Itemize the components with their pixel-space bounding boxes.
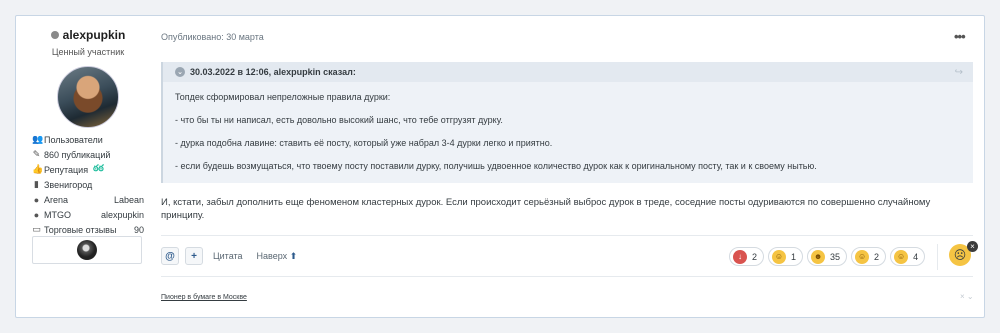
reaction-count: 2 — [752, 251, 758, 262]
quote-citation: 30.03.2022 в 12:06, alexpupkin сказал: — [190, 67, 356, 77]
id-card-icon: ▭ — [32, 224, 41, 234]
quote-paragraph: - если будешь возмущаться, что твоему по… — [175, 161, 817, 171]
stat-value[interactable]: 90 — [134, 225, 144, 235]
arrow-up-icon: ⬆ — [289, 250, 298, 261]
stat-value: alexpupkin — [100, 209, 144, 220]
quote-paragraph: Топдек сформировал непреложные правила д… — [175, 92, 391, 102]
stat-row-posts: ✎ 860 публикаций — [32, 147, 144, 162]
reaction-count: 1 — [791, 251, 797, 262]
reaction-count: 35 — [830, 251, 841, 262]
author-name-row[interactable]: alexpupkin — [32, 28, 144, 42]
stat-label: Звенигород — [44, 179, 93, 190]
stat-row-trade-feedback: ▭ Торговые отзывы 90 — [32, 222, 144, 237]
mention-button[interactable]: @ — [161, 247, 179, 265]
divider — [161, 235, 973, 236]
stat-row-arena: ● Arena Labean — [32, 192, 144, 207]
stat-label: Пользователи — [44, 134, 103, 145]
quote-paragraph: - дурка подобна лавине: ставить её посту… — [175, 138, 553, 148]
avatar[interactable] — [57, 66, 119, 128]
author-panel: alexpupkin Ценный участник — [32, 28, 144, 128]
post-body-text: И, кстати, забыл дополнить еще феноменом… — [161, 197, 931, 221]
quote-header[interactable]: ⌄ 30.03.2022 в 12:06, alexpupkin сказал: — [163, 62, 973, 82]
quote-block: ⌄ 30.03.2022 в 12:06, alexpupkin сказал:… — [161, 62, 973, 183]
share-arrow-icon[interactable]: ↪ — [955, 67, 963, 78]
user-icon: ● — [33, 194, 40, 205]
signature-toggle-icon[interactable]: × ⌄ — [960, 292, 974, 301]
stat-value: Labean — [113, 194, 144, 205]
comments-icon: ✎ — [32, 149, 41, 159]
stat-label[interactable]: 860 публикаций — [44, 150, 110, 160]
badge-avatar[interactable] — [77, 240, 97, 260]
post-date[interactable]: Опубликовано: 30 марта — [161, 32, 264, 42]
author-title: Ценный участник — [51, 47, 125, 57]
author-stats: 👥 Пользователи ✎ 860 публикаций 👍 Репутация… — [32, 132, 144, 237]
stat-row-mtgo: ● MTGO alexpupkin — [32, 207, 144, 222]
reaction-downvote[interactable]: ↓ 2 — [729, 247, 765, 266]
thumbs-up-icon: 👍 — [32, 164, 44, 174]
multiquote-button[interactable]: + — [185, 247, 203, 265]
users-icon: 👥 — [32, 134, 44, 144]
crazy-face-icon: ☻ — [811, 249, 826, 264]
more-options-icon[interactable]: ••• — [954, 29, 966, 44]
stat-label: Arena — [44, 194, 69, 205]
facepalm-icon: ☺ — [772, 249, 787, 264]
reaction-count: 2 — [874, 251, 880, 262]
stat-row-group: 👥 Пользователи — [32, 132, 144, 147]
crying-laugh-icon: ☺ — [855, 249, 870, 264]
close-icon[interactable]: × — [967, 241, 978, 252]
reaction-separator — [937, 244, 938, 270]
post-actions: @ + Цитата Наверх ⬆ — [161, 247, 301, 265]
stat-label: MTGO — [44, 209, 71, 220]
building-icon: ▮ — [34, 179, 39, 189]
achievement-badge-box — [32, 236, 142, 264]
reaction-crazy[interactable]: ☻ 35 — [807, 247, 848, 266]
forum-post: alexpupkin Ценный участник 👥 Пользователи… — [15, 15, 985, 318]
back-to-top-link[interactable]: Наверх ⬆ — [253, 251, 302, 262]
quote-button[interactable]: Цитата — [209, 251, 247, 261]
reputation-badge[interactable]: ఠఠ — [93, 163, 104, 176]
user-icon: ● — [33, 209, 40, 220]
stat-label: Торговые отзывы — [44, 224, 117, 235]
quote-paragraph: - что бы ты ни написал, есть довольно вы… — [175, 115, 503, 125]
offline-status-icon — [50, 31, 59, 39]
divider — [161, 276, 973, 277]
stat-row-city: ▮ Звенигород — [32, 177, 144, 192]
back-to-top-label: Наверх — [256, 250, 288, 261]
downvote-icon: ↓ — [733, 249, 747, 264]
reaction-facepalm[interactable]: ☺ 1 — [768, 247, 804, 266]
stat-row-reputation: 👍 Репутация ఠఠ — [32, 162, 144, 177]
author-name[interactable]: alexpupkin — [63, 28, 126, 42]
reaction-crying-laugh[interactable]: ☺ 2 — [851, 247, 887, 266]
reaction-count: 4 — [913, 251, 919, 262]
quote-body: Топдек сформировал непреложные правила д… — [163, 82, 973, 172]
chevron-down-icon[interactable]: ⌄ — [175, 67, 185, 77]
stat-label: Репутация — [44, 164, 89, 175]
laugh-icon: ☺ — [894, 249, 909, 264]
reaction-list: ↓ 2 ☺ 1 ☻ 35 ☺ 2 ☺ 4 — [729, 247, 926, 266]
signature-link[interactable]: Пионер в бумаге в Москве — [161, 294, 247, 301]
reaction-laugh[interactable]: ☺ 4 — [890, 247, 926, 266]
